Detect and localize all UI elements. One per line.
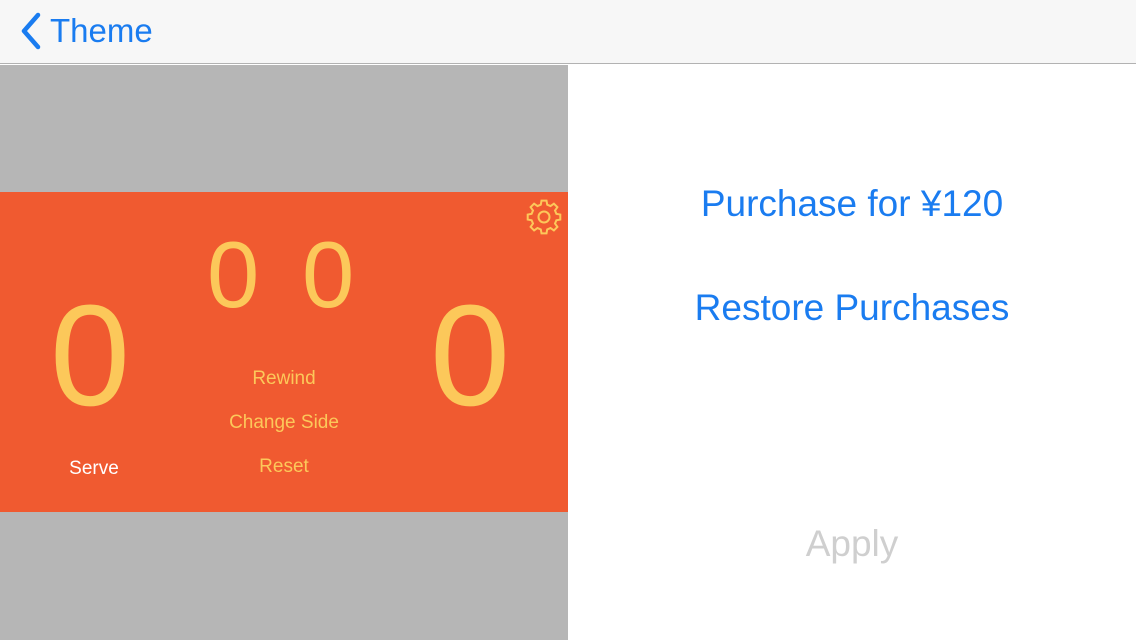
- reset-button[interactable]: Reset: [184, 456, 384, 478]
- apply-button[interactable]: Apply: [568, 523, 1136, 565]
- back-button-label: Theme: [50, 12, 153, 49]
- back-button[interactable]: Theme: [20, 8, 153, 54]
- gear-icon[interactable]: [526, 199, 562, 235]
- restore-purchases-button[interactable]: Restore Purchases: [568, 287, 1136, 329]
- scoreboard-preview: 0 0 0 0 Rewind Change Side Reset Serve: [0, 192, 568, 512]
- change-side-button[interactable]: Change Side: [184, 412, 384, 434]
- purchase-panel: Purchase for ¥120 Restore Purchases Appl…: [568, 65, 1136, 640]
- purchase-button[interactable]: Purchase for ¥120: [568, 183, 1136, 225]
- theme-preview: 0 0 0 0 Rewind Change Side Reset Serve: [0, 65, 568, 640]
- rewind-button[interactable]: Rewind: [184, 368, 384, 390]
- left-score[interactable]: 0: [50, 284, 130, 428]
- chevron-left-icon: [21, 12, 41, 50]
- serve-indicator[interactable]: Serve: [44, 458, 144, 480]
- right-set-score: 0: [302, 222, 355, 327]
- left-set-score: 0: [207, 222, 260, 327]
- right-score[interactable]: 0: [430, 284, 510, 428]
- navigation-bar: Theme: [0, 0, 1136, 64]
